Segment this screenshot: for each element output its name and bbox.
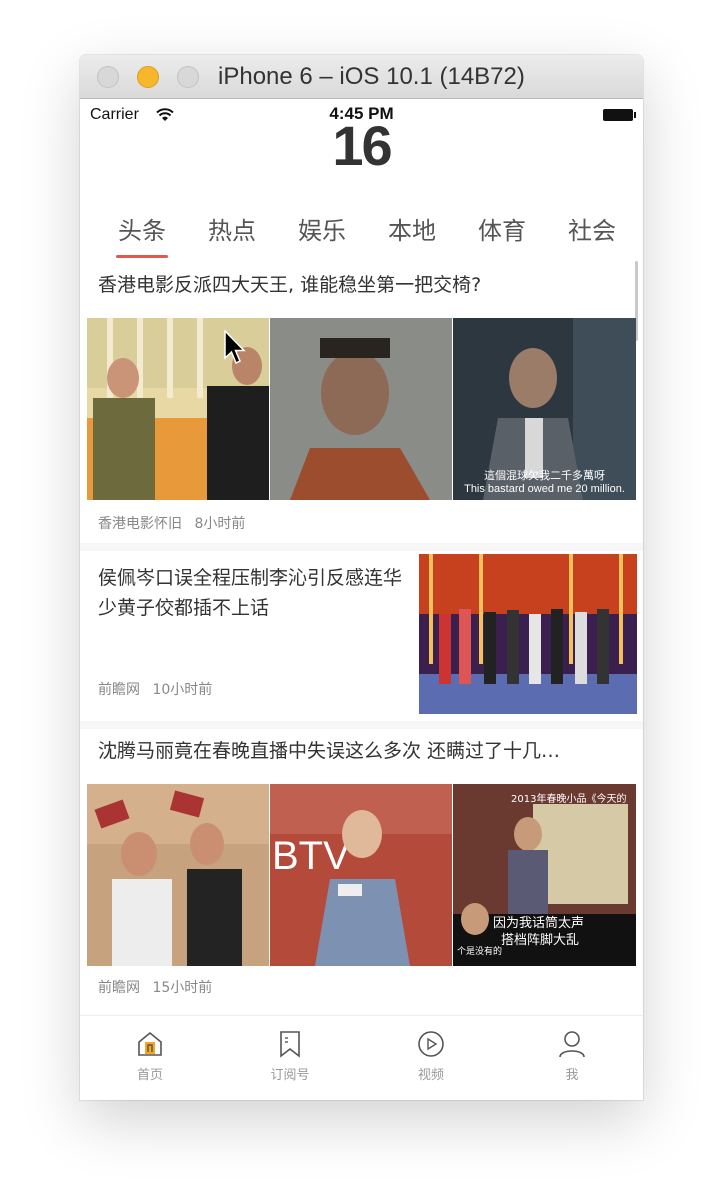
zoom-window-button[interactable] — [177, 66, 199, 88]
separator — [80, 721, 643, 729]
app-screen: Carrier 4:45 PM 16 头条 热点 娱乐 本地 体育 社会 香港电… — [80, 99, 643, 1100]
article-source: 前瞻网 — [98, 980, 140, 996]
article-image: 2013年春晚小品《今天的 因为我话筒太声 搭档阵脚大乱 个是没有的 — [453, 784, 636, 966]
article-meta: 香港电影怀旧 8小时前 — [98, 513, 245, 533]
bookmark-icon — [280, 1031, 300, 1058]
tab-local[interactable]: 本地 — [382, 211, 442, 246]
article-time: 8小时前 — [194, 516, 246, 532]
play-icon — [418, 1031, 444, 1057]
window-titlebar: iPhone 6 – iOS 10.1 (14B72) — [80, 55, 643, 99]
article-card[interactable]: 侯佩岑口误全程压制李沁引反感连华少黄子佼都插不上话 前瞻网 10小时前 — [80, 551, 643, 721]
tabbar-label: 首页 — [136, 1068, 163, 1083]
bottom-tab-bar: 首页 订阅号 视频 我 — [80, 1015, 643, 1100]
tabbar-subscriptions[interactable]: 订阅号 — [220, 1016, 360, 1100]
article-image: BTV — [270, 784, 452, 966]
image-caption: 這個混球欠我二千多萬呀 This bastard owed me 20 mill… — [464, 470, 625, 495]
article-meta: 前瞻网 10小时前 — [98, 679, 212, 699]
active-tab-indicator — [116, 255, 168, 258]
tabbar-label: 我 — [565, 1068, 579, 1083]
home-icon — [138, 1031, 162, 1056]
tab-hot[interactable]: 热点 — [202, 211, 262, 246]
tab-headline[interactable]: 头条 — [112, 211, 172, 246]
tabbar-me[interactable]: 我 — [502, 1016, 642, 1100]
article-source: 前瞻网 — [98, 682, 140, 698]
category-tabs: 头条 热点 娱乐 本地 体育 社会 — [80, 199, 643, 259]
svg-text:2013年春晚小品《今天的: 2013年春晚小品《今天的 — [511, 792, 626, 805]
tabbar-home[interactable]: 首页 — [80, 1016, 220, 1100]
article-image-row: 這個混球欠我二千多萬呀 This bastard owed me 20 mill… — [87, 318, 636, 500]
article-title: 沈腾马丽竟在春晚直播中失误这么多次 还瞒过了十几… — [98, 740, 561, 762]
pull-refresh-indicator: 16 — [332, 114, 392, 177]
tabbar-video[interactable]: 视频 — [361, 1016, 501, 1100]
article-time: 15小时前 — [152, 980, 213, 996]
article-image — [419, 554, 637, 714]
svg-text:因为我话筒太声: 因为我话筒太声 — [493, 915, 584, 931]
article-image: 這個混球欠我二千多萬呀 This bastard owed me 20 mill… — [453, 318, 636, 500]
article-image — [270, 318, 452, 500]
svg-text:个是没有的: 个是没有的 — [457, 945, 502, 957]
article-time: 10小时前 — [152, 682, 213, 698]
article-meta: 前瞻网 15小时前 — [98, 977, 212, 997]
svg-text:BTV: BTV — [272, 834, 350, 878]
minimize-window-button[interactable] — [137, 66, 159, 88]
article-title: 香港电影反派四大天王, 谁能稳坐第一把交椅? — [98, 274, 482, 296]
simulator-window: iPhone 6 – iOS 10.1 (14B72) Carrier 4:45… — [80, 55, 643, 1100]
article-title: 侯佩岑口误全程压制李沁引反感连华少黄子佼都插不上话 — [98, 567, 403, 619]
tabbar-label: 订阅号 — [270, 1068, 310, 1083]
article-source: 香港电影怀旧 — [98, 516, 182, 532]
tabbar-label: 视频 — [417, 1068, 444, 1083]
mouse-cursor-icon — [224, 330, 246, 365]
close-window-button[interactable] — [97, 66, 119, 88]
tab-sports[interactable]: 体育 — [472, 211, 532, 246]
article-image — [87, 784, 269, 966]
article-card[interactable]: 香港电影反派四大天王, 谁能稳坐第一把交椅? 這個混球欠我二千多萬呀 This … — [80, 261, 643, 541]
article-image-row: BTV 2013年春晚小品《今天的 因为我话筒太声 搭档阵脚大乱 个是没有的 — [87, 784, 636, 966]
tab-society[interactable]: 社会 — [562, 211, 622, 246]
person-icon — [559, 1031, 585, 1058]
news-feed[interactable]: 香港电影反派四大天王, 谁能稳坐第一把交椅? 這個混球欠我二千多萬呀 This … — [80, 261, 643, 1019]
tab-entertainment[interactable]: 娱乐 — [292, 211, 352, 246]
separator — [80, 543, 643, 551]
window-title: iPhone 6 – iOS 10.1 (14B72) — [218, 63, 525, 90]
svg-text:搭档阵脚大乱: 搭档阵脚大乱 — [501, 932, 579, 948]
article-card[interactable]: 沈腾马丽竟在春晚直播中失误这么多次 还瞒过了十几… BTV 2013年春晚小品《… — [80, 729, 643, 1019]
